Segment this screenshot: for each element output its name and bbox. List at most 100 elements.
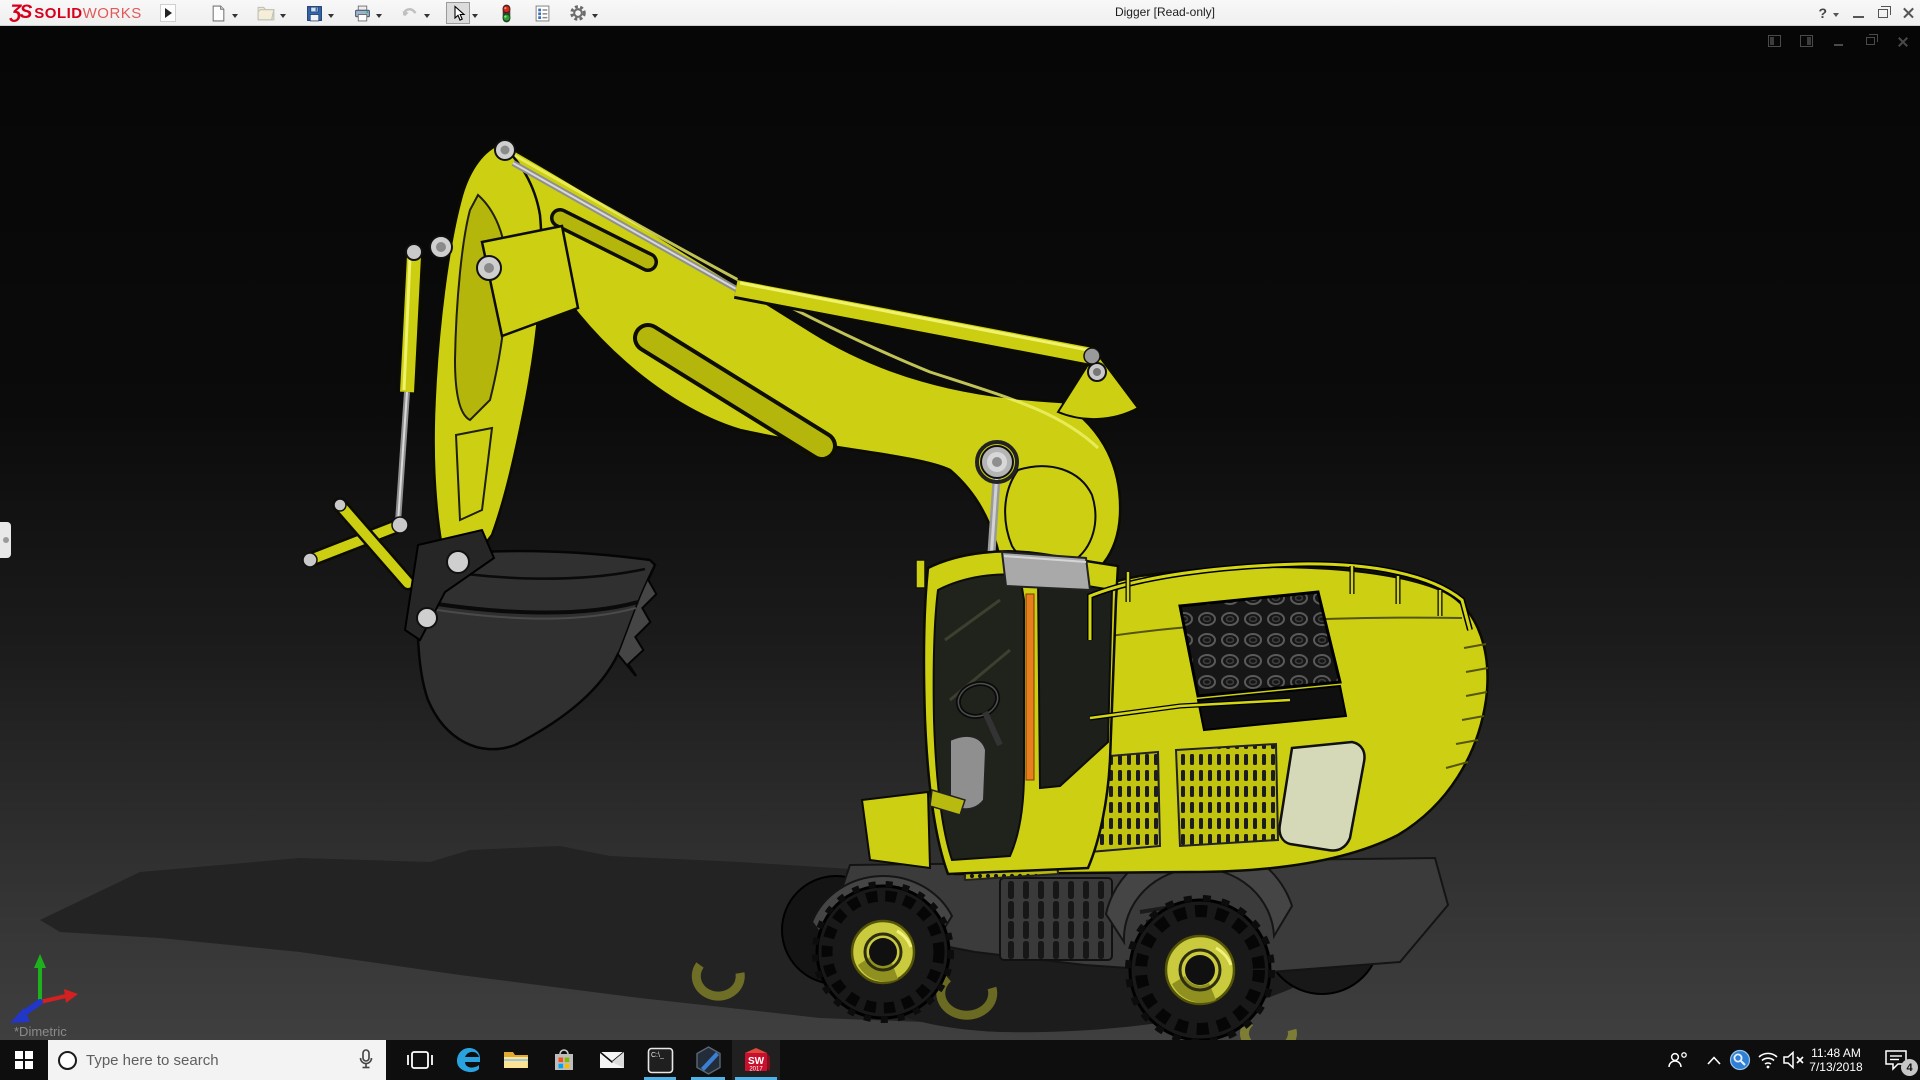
solidworks-fullscreen: ƷS SOLID WORKS Digger [Read-only] ? *Dim…: [0, 0, 1920, 1080]
sw-year: 2017: [749, 1067, 763, 1073]
undo-arrow-icon: [402, 8, 417, 17]
pane-left-icon: [1767, 35, 1781, 47]
sw-letters: SW: [748, 1056, 765, 1067]
new-document-button[interactable]: [206, 2, 230, 24]
tray-people-button[interactable]: [1664, 1040, 1692, 1080]
new-dropdown-caret[interactable]: [232, 13, 238, 21]
taskbar-search[interactable]: [48, 1040, 386, 1080]
print-icon: [354, 5, 370, 21]
task-view-button[interactable]: [396, 1040, 444, 1080]
new-document-icon: [212, 5, 224, 21]
logo-solid-text: SOLID: [34, 4, 83, 22]
print-dropdown-caret[interactable]: [376, 13, 382, 21]
solidworks-2017-icon: SW 2017: [745, 1048, 770, 1073]
tray-resource-monitor-button[interactable]: [1726, 1040, 1754, 1080]
taskbar-edge-button[interactable]: [444, 1040, 492, 1080]
view-orientation-label: *Dimetric: [14, 1024, 67, 1039]
notification-badge: 4: [1901, 1059, 1918, 1076]
window-title: Digger [Read-only]: [1114, 5, 1216, 19]
open-button[interactable]: [254, 2, 278, 24]
pane-right-button[interactable]: [1798, 34, 1814, 48]
windows-logo-icon: [15, 1051, 33, 1069]
doc-close-button[interactable]: [1894, 34, 1910, 48]
minimize-icon: [1833, 44, 1843, 46]
taskbar-store-button[interactable]: [540, 1040, 588, 1080]
tray-clock[interactable]: 11:48 AM 7/13/2018: [1802, 1040, 1870, 1080]
menu-flyout-button[interactable]: [160, 4, 176, 22]
cmd-prompt-text: C:\_: [651, 1052, 664, 1059]
taskbar-solidworks-button[interactable]: SW 2017: [732, 1040, 780, 1080]
save-button[interactable]: [302, 2, 326, 24]
rebuild-traffic-light-icon: [502, 4, 510, 22]
people-icon: [1668, 1052, 1687, 1068]
minimize-button[interactable]: [1853, 16, 1864, 18]
start-button[interactable]: [0, 1040, 48, 1080]
logo-works-text: WORKS: [82, 4, 142, 22]
help-button[interactable]: ?: [1818, 5, 1827, 21]
command-prompt-icon: C:\_: [647, 1047, 673, 1073]
undo-dropdown-caret[interactable]: [424, 13, 430, 21]
rear-wheel[interactable]: [1125, 895, 1275, 1040]
options-gear-icon: [570, 5, 586, 21]
file-properties-icon: [535, 5, 549, 21]
restore-button[interactable]: [1878, 5, 1891, 18]
rebuild-button[interactable]: [494, 2, 518, 24]
pane-right-icon: [1799, 35, 1813, 47]
pane-left-button[interactable]: [1766, 34, 1782, 48]
composer-hexagon-icon: [695, 1045, 721, 1075]
tray-wifi-button[interactable]: [1754, 1040, 1782, 1080]
microphone-icon[interactable]: [358, 1049, 374, 1071]
action-center-button[interactable]: 4: [1876, 1040, 1918, 1080]
viewport-3d-model[interactable]: [0, 26, 1920, 1040]
taskbar-command-prompt-button[interactable]: C:\_: [636, 1040, 684, 1080]
file-explorer-icon: [504, 1052, 528, 1068]
save-floppy-icon: [306, 5, 322, 21]
undo-button[interactable]: [398, 2, 422, 24]
select-dropdown-caret[interactable]: [472, 13, 478, 21]
task-view-icon: [407, 1051, 433, 1069]
side-vent-panel[interactable]: [1174, 742, 1280, 848]
open-folder-icon: [257, 6, 275, 21]
wifi-icon: [1758, 1052, 1778, 1069]
help-dropdown-caret[interactable]: [1833, 12, 1839, 20]
chevron-up-icon: [1707, 1055, 1721, 1065]
panel-tab-dot: [2, 537, 9, 543]
doc-minimize-button[interactable]: [1830, 34, 1846, 48]
select-tool-button[interactable]: [446, 2, 470, 24]
quick-access-toolbar: [206, 1, 602, 25]
resource-monitor-icon: [1729, 1049, 1751, 1071]
close-button[interactable]: [1902, 7, 1914, 19]
engine-grid[interactable]: [1178, 590, 1342, 698]
windows-taskbar: C:\_ SW 2017: [0, 1040, 1920, 1080]
clock-time: 11:48 AM: [1811, 1046, 1861, 1060]
close-icon: [1897, 36, 1908, 47]
document-window-controls: [1766, 34, 1910, 48]
window-controls: ?: [1818, 0, 1914, 26]
save-dropdown-caret[interactable]: [328, 13, 334, 21]
collapsed-panel-tab[interactable]: [0, 522, 11, 558]
select-cursor-icon: [454, 4, 466, 21]
rear-window[interactable]: [1278, 740, 1366, 852]
store-icon: [555, 1049, 573, 1070]
logo-3s-glyph: ƷS: [10, 2, 32, 23]
file-properties-button[interactable]: [530, 2, 554, 24]
taskbar-mail-button[interactable]: [588, 1040, 636, 1080]
print-button[interactable]: [350, 2, 374, 24]
doc-restore-button[interactable]: [1862, 34, 1878, 48]
mail-icon: [599, 1051, 625, 1068]
restore-icon: [1865, 34, 1878, 45]
options-button[interactable]: [566, 2, 590, 24]
flyout-arrow-icon: [164, 8, 177, 18]
orange-door-stripe: [1025, 593, 1035, 781]
open-dropdown-caret[interactable]: [280, 13, 286, 21]
edge-icon: [457, 1048, 480, 1073]
options-dropdown-caret[interactable]: [592, 13, 598, 21]
taskbar-file-explorer-button[interactable]: [492, 1040, 540, 1080]
taskbar-composer-button[interactable]: [684, 1040, 732, 1080]
tray-hidden-icons-button[interactable]: [1700, 1040, 1728, 1080]
clock-date: 7/13/2018: [1809, 1060, 1863, 1074]
graphics-viewport[interactable]: *Dimetric: [0, 26, 1920, 1040]
front-wheel[interactable]: [812, 881, 954, 1023]
mirror: [915, 559, 926, 589]
search-input[interactable]: [86, 1051, 358, 1069]
